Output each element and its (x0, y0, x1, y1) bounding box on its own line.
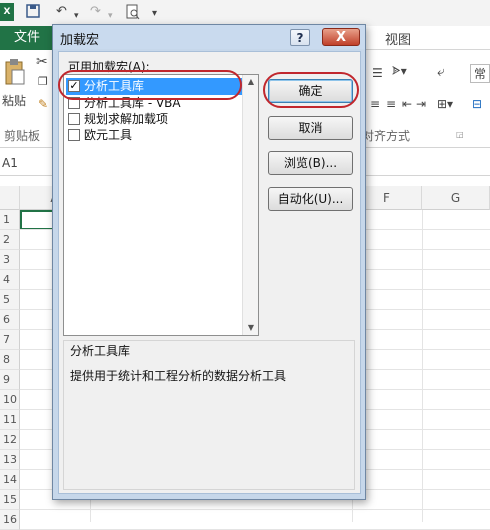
align-center-icon[interactable]: ≡ (386, 97, 396, 111)
checkbox-solver[interactable] (68, 113, 80, 125)
format-painter-icon[interactable]: ✎ (38, 97, 48, 111)
redo-icon[interactable]: ↷ (90, 4, 101, 20)
clipboard-group-label: 剪贴板 (4, 129, 41, 143)
column-header-g[interactable]: G (422, 186, 490, 210)
close-button[interactable]: X (322, 28, 360, 46)
highlight-oval-ok (263, 72, 359, 108)
list-item-solver[interactable]: 规划求解加载项 (66, 111, 244, 128)
undo-dropdown-icon[interactable]: ▾ (74, 8, 79, 24)
paste-button-label[interactable]: 粘贴 (2, 92, 26, 109)
dialog-titlebar[interactable] (53, 25, 365, 49)
increase-indent-icon[interactable]: ⇥ (416, 97, 426, 111)
alignment-group-label: 对齐方式 (362, 129, 411, 143)
row-header[interactable]: 5 (0, 290, 20, 310)
number-format-select[interactable]: 常 (470, 64, 490, 83)
list-item-label: 欧元工具 (84, 128, 133, 142)
row-header[interactable]: 10 (0, 390, 20, 410)
name-box[interactable]: A1 (0, 150, 28, 176)
dialog-launcher-icon[interactable]: ◲ (456, 130, 464, 139)
cancel-button[interactable]: 取消 (268, 116, 353, 140)
scroll-up-arrow-icon[interactable]: ▲ (243, 75, 259, 89)
row-header[interactable]: 15 (0, 490, 20, 510)
save-icon[interactable] (26, 4, 40, 20)
scroll-down-arrow-icon[interactable]: ▼ (243, 321, 259, 335)
select-all-corner[interactable] (0, 186, 20, 210)
checkbox-euro-tools[interactable] (68, 129, 80, 141)
row-header[interactable]: 2 (0, 230, 20, 250)
excel-logo-icon: X (0, 3, 14, 21)
description-title: 分析工具库 (70, 344, 131, 358)
row-header[interactable]: 8 (0, 350, 20, 370)
tab-view[interactable]: 视图 (385, 29, 411, 48)
orientation-icon[interactable]: ᗎ▾ (392, 64, 407, 79)
paste-icon[interactable] (4, 58, 26, 86)
wrap-text-icon[interactable]: ⤶ (437, 64, 445, 80)
automation-button[interactable]: 自动化(U)... (268, 187, 353, 211)
row-header[interactable]: 4 (0, 270, 20, 290)
browse-button[interactable]: 浏览(B)... (268, 151, 353, 175)
row-header[interactable]: 14 (0, 470, 20, 490)
merge-center-icon[interactable]: ⊞▾ (437, 97, 453, 111)
list-item-euro-tools[interactable]: 欧元工具 (66, 127, 244, 144)
row-header[interactable]: 9 (0, 370, 20, 390)
redo-dropdown-icon[interactable]: ▾ (108, 8, 113, 24)
highlight-oval-addin (58, 70, 242, 100)
help-button[interactable]: ? (290, 29, 310, 46)
decrease-indent-icon[interactable]: ⇤ (402, 97, 412, 111)
undo-icon[interactable]: ↶ (56, 4, 67, 20)
row-header[interactable]: 16 (0, 510, 20, 530)
list-item-label: 规划求解加载项 (84, 112, 169, 126)
row-header[interactable]: 13 (0, 450, 20, 470)
cut-icon[interactable]: ✂ (36, 54, 48, 70)
copy-icon[interactable]: ❐ (38, 75, 48, 88)
description-group (63, 340, 355, 490)
print-preview-icon[interactable] (126, 4, 140, 20)
description-text: 提供用于统计和工程分析的数据分析工具 (70, 369, 287, 383)
row-header[interactable]: 6 (0, 310, 20, 330)
row-header[interactable]: 12 (0, 430, 20, 450)
align-icon[interactable]: ☰ (372, 66, 383, 80)
row-header[interactable]: 11 (0, 410, 20, 430)
column-gridline (422, 210, 423, 522)
row-header[interactable]: 7 (0, 330, 20, 350)
currency-icon[interactable]: ⊟ (472, 97, 482, 111)
dialog-title: 加载宏 (60, 33, 100, 48)
customize-qat-icon[interactable]: ▾ (152, 6, 157, 22)
tab-file[interactable]: 文件 (0, 26, 54, 50)
align-left-icon[interactable]: ≡ (370, 97, 380, 111)
row-header[interactable]: 3 (0, 250, 20, 270)
row-header[interactable]: 1 (0, 210, 20, 230)
listbox-scrollbar[interactable]: ▲ ▼ (242, 75, 258, 335)
